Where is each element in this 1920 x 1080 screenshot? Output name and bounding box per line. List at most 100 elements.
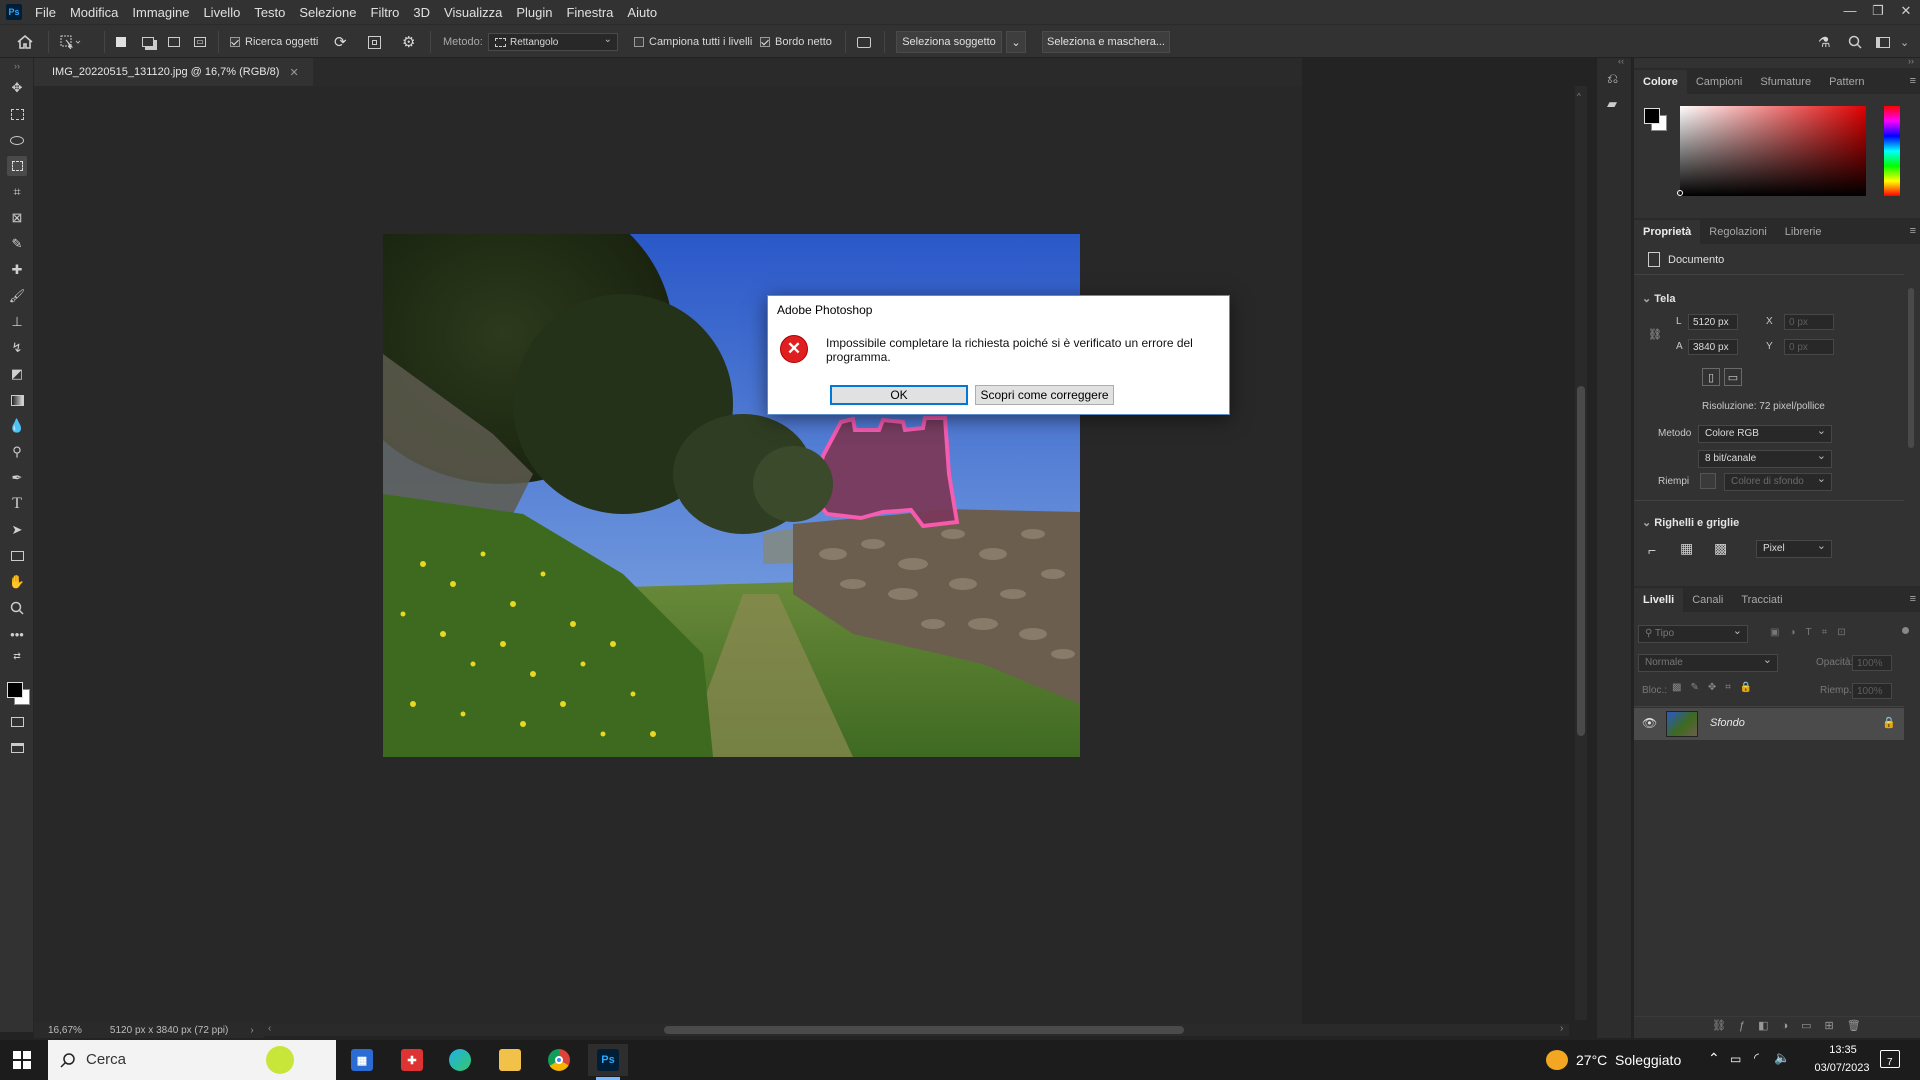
type-tool-icon[interactable]: T	[7, 494, 27, 514]
tab-pattern[interactable]: Pattern	[1820, 70, 1873, 94]
menu-modifica[interactable]: Modifica	[63, 5, 125, 20]
stamp-tool-icon[interactable]: ⊥	[7, 312, 27, 332]
y-field[interactable]: 0 px	[1784, 339, 1834, 355]
add-selection-icon[interactable]	[142, 25, 154, 59]
bordo-netto-checkbox[interactable]: Bordo netto	[760, 25, 832, 59]
vertical-scrollbar[interactable]: ^	[1575, 86, 1587, 1020]
intersect-selection-icon[interactable]	[194, 25, 206, 59]
fill-field[interactable]: 100%	[1852, 683, 1892, 699]
healing-brush-tool-icon[interactable]: ✚	[7, 260, 27, 280]
chrome-icon[interactable]	[539, 1044, 579, 1076]
tab-colore[interactable]: Colore	[1634, 70, 1687, 94]
panel-menu-icon[interactable]: ≡	[1910, 75, 1916, 87]
rectangle-tool-icon[interactable]	[7, 546, 27, 566]
menu-livello[interactable]: Livello	[196, 5, 247, 20]
color-field[interactable]	[1677, 106, 1866, 196]
collapse-icon[interactable]: ››	[7, 56, 27, 76]
show-objects-icon[interactable]	[368, 25, 381, 59]
menu-file[interactable]: File	[28, 5, 63, 20]
quick-mask-icon[interactable]	[7, 712, 27, 732]
menu-testo[interactable]: Testo	[247, 5, 292, 20]
eraser-tool-icon[interactable]: ◩	[7, 364, 27, 384]
ruler-icon[interactable]: ⌐	[1648, 542, 1656, 558]
history-brush-tool-icon[interactable]: ↯	[7, 338, 27, 358]
tab-livelli[interactable]: Livelli	[1634, 588, 1684, 612]
search-icon[interactable]	[1848, 25, 1862, 59]
tab-canali[interactable]: Canali	[1683, 588, 1732, 612]
gradient-tool-icon[interactable]	[7, 390, 27, 410]
ok-button[interactable]: OK	[830, 385, 968, 405]
clock-time[interactable]: 13:35	[1808, 1044, 1878, 1056]
pixel-grid-icon[interactable]: ▩	[1714, 540, 1727, 557]
foreground-color-swatch[interactable]	[1644, 108, 1660, 124]
path-selection-tool-icon[interactable]: ➤	[7, 520, 27, 540]
zoom-level[interactable]: 16,67%	[48, 1025, 82, 1036]
windows-start-icon[interactable]	[2, 1044, 42, 1076]
menu-plugin[interactable]: Plugin	[509, 5, 559, 20]
notifications-icon[interactable]: 7	[1880, 1050, 1900, 1068]
subtract-selection-icon[interactable]	[168, 25, 180, 59]
righelli-section[interactable]: ⌄ Righelli e griglie	[1642, 516, 1739, 529]
menu-aiuto[interactable]: Aiuto	[620, 5, 664, 20]
layer-action-icons[interactable]: ⛓ƒ◧◑▭⊞🗑	[1712, 1019, 1874, 1032]
gear-icon[interactable]: ⚙	[402, 25, 415, 59]
blur-tool-icon[interactable]: 💧	[7, 416, 27, 436]
store-icon[interactable]: ▦	[342, 1044, 382, 1076]
new-selection-icon[interactable]	[116, 25, 126, 59]
comments-icon[interactable]: ▰	[1607, 96, 1617, 112]
panel-menu-icon[interactable]: ≡	[1910, 225, 1916, 237]
clock-date[interactable]: 03/07/2023	[1800, 1062, 1884, 1074]
wifi-icon[interactable]: ◜	[1754, 1050, 1759, 1066]
foreground-color-swatch[interactable]	[7, 682, 23, 698]
move-tool-icon[interactable]: ✥	[7, 78, 27, 98]
riempi-select[interactable]: Colore di sfondo	[1724, 472, 1832, 491]
object-selection-tool-icon[interactable]	[60, 25, 82, 59]
taskbar-search-box[interactable]: Cerca	[48, 1040, 336, 1080]
minimize-icon[interactable]: —	[1836, 0, 1864, 24]
lasso-tool-icon[interactable]	[7, 130, 27, 150]
swap-colors-icon[interactable]: ⇄	[7, 646, 27, 666]
weather-text[interactable]: 27°C Soleggiato	[1576, 1052, 1681, 1068]
frame-tool-icon[interactable]: ⊠	[7, 208, 27, 228]
refresh-icon[interactable]: ⟳	[334, 25, 347, 59]
x-field[interactable]: 0 px	[1784, 314, 1834, 330]
document-tab[interactable]: IMG_20220515_131120.jpg @ 16,7% (RGB/8) …	[34, 58, 313, 86]
seleziona-soggetto-dropdown[interactable]: ⌄	[1006, 25, 1026, 59]
tab-campioni[interactable]: Campioni	[1687, 70, 1751, 94]
scopri-come-correggere-button[interactable]: Scopri come correggere	[975, 385, 1114, 405]
crop-tool-icon[interactable]: ⌗	[7, 182, 27, 202]
gift-icon[interactable]: ✚	[392, 1044, 432, 1076]
eyedropper-tool-icon[interactable]: ✎	[7, 234, 27, 254]
scroll-left-icon[interactable]: ‹	[268, 1023, 271, 1034]
horizontal-scrollbar[interactable]: ‹ ›	[264, 1023, 1569, 1036]
layer-filter-icons[interactable]: ▣◑T⌗⊡	[1770, 627, 1856, 638]
zoom-tool-icon[interactable]	[7, 598, 27, 618]
campiona-checkbox[interactable]: Campiona tutti i livelli	[634, 25, 752, 59]
photoshop-taskbar-icon[interactable]: Ps	[588, 1044, 628, 1076]
menu-3d[interactable]: 3D	[406, 5, 437, 20]
eye-icon[interactable]: 👁	[1642, 716, 1657, 730]
panel-menu-icon[interactable]: ≡	[1910, 593, 1916, 605]
units-select[interactable]: Pixel	[1756, 539, 1832, 558]
pen-tool-icon[interactable]: ✒	[7, 468, 27, 488]
menu-finestra[interactable]: Finestra	[559, 5, 620, 20]
tab-sfumature[interactable]: Sfumature	[1751, 70, 1820, 94]
metodo-select[interactable]: Rettangolo ⌄	[488, 25, 618, 59]
layer-row-sfondo[interactable]: 👁 Sfondo 🔒	[1634, 708, 1904, 740]
battery-icon[interactable]: ▭	[1730, 1052, 1741, 1066]
filter-toggle-icon[interactable]	[1902, 627, 1909, 634]
weather-icon[interactable]	[1546, 1050, 1568, 1070]
canvas-area[interactable]	[34, 86, 1302, 1024]
menu-visualizza[interactable]: Visualizza	[437, 5, 509, 20]
tab-regolazioni[interactable]: Regolazioni	[1700, 220, 1775, 244]
grid-icon[interactable]: ▦	[1680, 540, 1693, 557]
menu-selezione[interactable]: Selezione	[292, 5, 363, 20]
hue-slider[interactable]	[1884, 106, 1900, 196]
height-field[interactable]: 3840 px	[1688, 339, 1738, 355]
object-selection-tool-icon[interactable]	[7, 156, 27, 176]
menu-immagine[interactable]: Immagine	[125, 5, 196, 20]
chevron-down-icon[interactable]: ⌄	[1900, 25, 1909, 59]
horizontal-scroll-thumb[interactable]	[664, 1026, 1184, 1034]
layer-name[interactable]: Sfondo	[1710, 717, 1745, 729]
tab-librerie[interactable]: Librerie	[1776, 220, 1831, 244]
